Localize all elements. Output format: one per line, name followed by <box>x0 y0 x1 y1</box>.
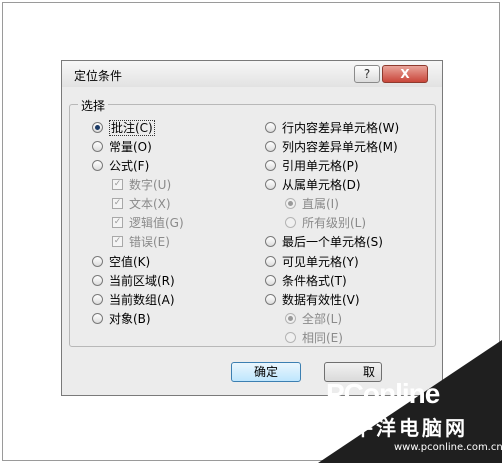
watermark-url: www.pconline.com.cn <box>394 442 502 453</box>
watermark-subtitle: 太平洋电脑网 <box>330 416 468 440</box>
watermark-logo: PConline <box>326 378 440 409</box>
